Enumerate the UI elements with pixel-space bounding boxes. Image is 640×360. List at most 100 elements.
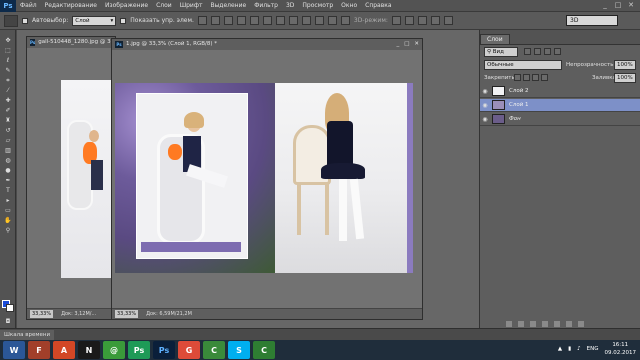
align-center-icon[interactable]	[249, 16, 259, 25]
drag-3d-icon[interactable]	[417, 16, 427, 25]
autoselect-checkbox[interactable]	[22, 17, 28, 24]
taskbar-word-icon[interactable]: W	[3, 341, 25, 359]
trash-icon[interactable]	[578, 321, 584, 327]
type-tool-icon[interactable]: T	[2, 186, 14, 195]
link-layers-icon[interactable]	[506, 321, 512, 327]
fill-field[interactable]: 100%	[614, 73, 636, 83]
menu-edit[interactable]: Редактирование	[41, 2, 101, 9]
menu-select[interactable]: Выделение	[206, 2, 250, 9]
menu-view[interactable]: Просмотр	[298, 2, 337, 9]
lock-pixels-icon[interactable]	[523, 74, 530, 81]
align-top-icon[interactable]	[197, 16, 207, 25]
opacity-field[interactable]: 100%	[614, 60, 636, 70]
history-brush-tool-icon[interactable]: ↺	[2, 126, 14, 135]
taskbar-chrome-icon[interactable]: G	[178, 341, 200, 359]
gradient-tool-icon[interactable]: ▥	[2, 146, 14, 155]
distribute-top-icon[interactable]	[275, 16, 285, 25]
language-indicator[interactable]: ENG	[587, 346, 599, 352]
rotate-3d-icon[interactable]	[391, 16, 401, 25]
document-window-back[interactable]: Ps gall-510448_1280.jpg @ 33,3% 33,33% Д…	[26, 36, 117, 320]
menu-image[interactable]: Изображение	[101, 2, 152, 9]
volume-icon[interactable]: ♪	[577, 346, 581, 352]
marquee-tool-icon[interactable]: ⬚	[2, 46, 14, 55]
taskbar-app-icon[interactable]: A	[53, 341, 75, 359]
doc-close-icon[interactable]: ✕	[414, 39, 419, 50]
menu-file[interactable]: Файл	[16, 2, 41, 9]
clock[interactable]: 16:11 09.02.2017	[605, 341, 637, 357]
adjustment-layer-icon[interactable]	[542, 321, 548, 327]
crop-tool-icon[interactable]: ⌗	[2, 76, 14, 85]
eyedropper-tool-icon[interactable]: ⁄	[2, 86, 14, 95]
dodge-tool-icon[interactable]: ●	[2, 166, 14, 175]
blend-mode-dropdown[interactable]: Обычные	[484, 60, 562, 70]
move-tool-icon[interactable]: ✥	[2, 36, 14, 45]
filter-pixel-icon[interactable]	[524, 48, 531, 55]
menu-filter[interactable]: Фильтр	[250, 2, 282, 9]
align-bottom-icon[interactable]	[223, 16, 233, 25]
workspace-dropdown[interactable]: 3D	[566, 15, 618, 26]
zoom-field-back[interactable]: 33,33%	[30, 310, 54, 318]
zoom-tool-icon[interactable]: ⚲	[2, 226, 14, 235]
distribute-middle-icon[interactable]	[288, 16, 298, 25]
eye-icon[interactable]: ◉	[480, 102, 490, 109]
document-canvas[interactable]	[115, 83, 413, 273]
show-controls-checkbox[interactable]	[120, 17, 127, 24]
network-icon[interactable]: ▮	[568, 346, 571, 352]
tab-layers[interactable]: Слои	[480, 34, 510, 44]
scale-3d-icon[interactable]	[443, 16, 453, 25]
menu-help[interactable]: Справка	[361, 2, 395, 9]
minimize-button[interactable]: _	[600, 1, 610, 10]
distribute-left-icon[interactable]	[314, 16, 324, 25]
menu-window[interactable]: Окно	[337, 2, 361, 9]
taskbar-camtasia-icon[interactable]: C	[203, 341, 225, 359]
taskbar-skype-icon[interactable]: S	[228, 341, 250, 359]
layer-style-icon[interactable]	[518, 321, 524, 327]
align-left-icon[interactable]	[236, 16, 246, 25]
doc-minimize-icon[interactable]: _	[396, 39, 399, 50]
layer-row[interactable]: ◉ Фон	[480, 113, 640, 126]
hand-tool-icon[interactable]: ✋	[2, 216, 14, 225]
toolbox-grip[interactable]	[2, 31, 14, 35]
background-color-swatch[interactable]	[6, 304, 14, 312]
layer-row-selected[interactable]: ◉ Слой 1	[480, 99, 640, 112]
document-tab-front[interactable]: Ps 1.jpg @ 33,3% (Слой 1, RGB/8) * _ □ ✕	[112, 39, 422, 50]
clone-stamp-tool-icon[interactable]: ♜	[2, 116, 14, 125]
zoom-field-front[interactable]: 33,33%	[115, 310, 139, 318]
roll-3d-icon[interactable]	[404, 16, 414, 25]
eye-icon[interactable]: ◉	[480, 116, 490, 123]
taskbar-recorder-icon[interactable]: C	[253, 341, 275, 359]
lock-position-icon[interactable]	[532, 74, 539, 81]
tray-arrow-icon[interactable]: ▲	[558, 346, 562, 352]
align-middle-icon[interactable]	[210, 16, 220, 25]
lock-all-icon[interactable]	[541, 74, 548, 81]
layer-row[interactable]: ◉ Слой 2	[480, 85, 640, 98]
layer-filter-dropdown[interactable]: ⚲ Вид	[484, 47, 518, 57]
filter-adjust-icon[interactable]	[534, 48, 541, 55]
document-tab-back[interactable]: Ps gall-510448_1280.jpg @ 33,3%	[27, 37, 115, 48]
healing-brush-tool-icon[interactable]: ✚	[2, 96, 14, 105]
taskbar-aimp-icon[interactable]: N	[78, 341, 100, 359]
lock-transparent-icon[interactable]	[514, 74, 521, 81]
doc-maximize-icon[interactable]: □	[404, 39, 409, 50]
taskbar-notepad-icon[interactable]: @	[103, 341, 125, 359]
brush-tool-icon[interactable]: ✐	[2, 106, 14, 115]
maximize-button[interactable]: □	[613, 1, 623, 10]
layer-mask-icon[interactable]	[530, 321, 536, 327]
tool-preset-picker[interactable]	[4, 14, 18, 27]
distribute-right-icon[interactable]	[340, 16, 350, 25]
shape-tool-icon[interactable]: ▭	[2, 206, 14, 215]
new-layer-icon[interactable]	[566, 321, 572, 327]
blur-tool-icon[interactable]: ◍	[2, 156, 14, 165]
quick-mask-icon[interactable]: ◘	[2, 317, 14, 326]
autoselect-dropdown[interactable]: Слой ▾	[72, 15, 117, 26]
pen-tool-icon[interactable]: ✒	[2, 176, 14, 185]
menu-3d[interactable]: 3D	[282, 2, 298, 9]
slide-3d-icon[interactable]	[430, 16, 440, 25]
menu-type[interactable]: Шрифт	[176, 2, 207, 9]
distribute-center-icon[interactable]	[327, 16, 337, 25]
eraser-tool-icon[interactable]: ▱	[2, 136, 14, 145]
taskbar-filezilla-icon[interactable]: F	[28, 341, 50, 359]
close-button[interactable]: ✕	[626, 1, 636, 10]
taskbar-at-icon[interactable]: Ps	[128, 341, 150, 359]
tab-timeline[interactable]: Шкала времени	[0, 330, 55, 340]
